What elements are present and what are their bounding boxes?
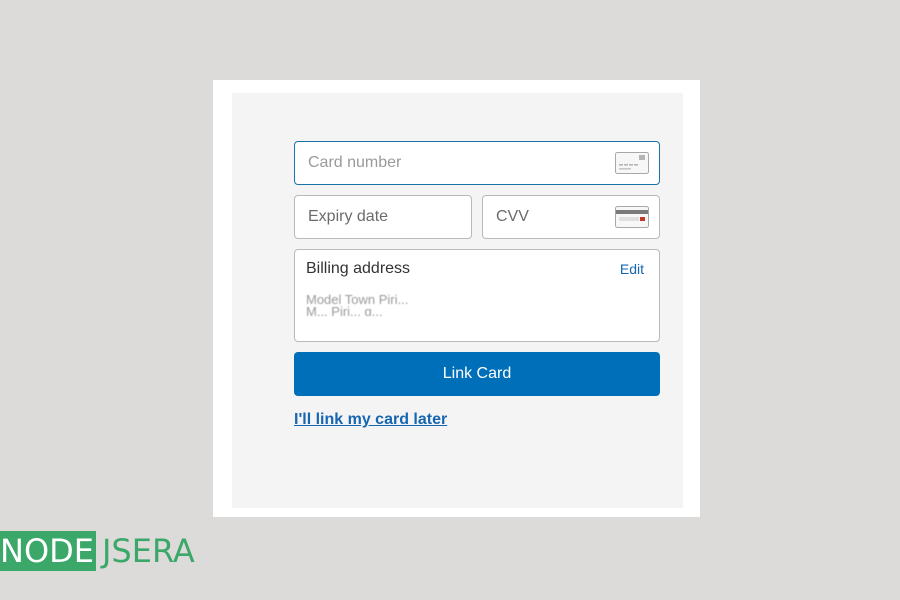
- link-card-later-link[interactable]: I'll link my card later: [294, 411, 447, 429]
- credit-card-front-icon: [615, 152, 649, 174]
- logo-jsera-text: JSERA: [101, 532, 195, 570]
- cvv-placeholder: CVV: [496, 208, 529, 225]
- expiry-date-field[interactable]: Expiry date: [294, 195, 472, 239]
- nodejsera-logo: NODE JSERA: [0, 531, 195, 571]
- cvv-field[interactable]: CVV: [482, 195, 660, 239]
- logo-node-text: NODE: [0, 531, 96, 571]
- payment-card-frame: Card number Expiry date CVV Billing addr…: [213, 80, 700, 517]
- billing-address-lines: Model Town Piri... M... Piri... g...: [306, 294, 506, 316]
- billing-address-box: Billing address Edit Model Town Piri... …: [294, 249, 660, 342]
- billing-edit-link[interactable]: Edit: [620, 261, 644, 277]
- credit-card-back-icon: [615, 206, 649, 228]
- card-number-field[interactable]: Card number: [294, 141, 660, 185]
- card-number-placeholder: Card number: [308, 154, 402, 171]
- billing-address-line: M... Piri... g...: [306, 304, 383, 316]
- expiry-date-placeholder: Expiry date: [308, 208, 389, 225]
- link-card-panel: Card number Expiry date CVV Billing addr…: [232, 93, 683, 508]
- billing-address-title: Billing address: [306, 260, 411, 277]
- link-card-button[interactable]: Link Card: [294, 352, 660, 396]
